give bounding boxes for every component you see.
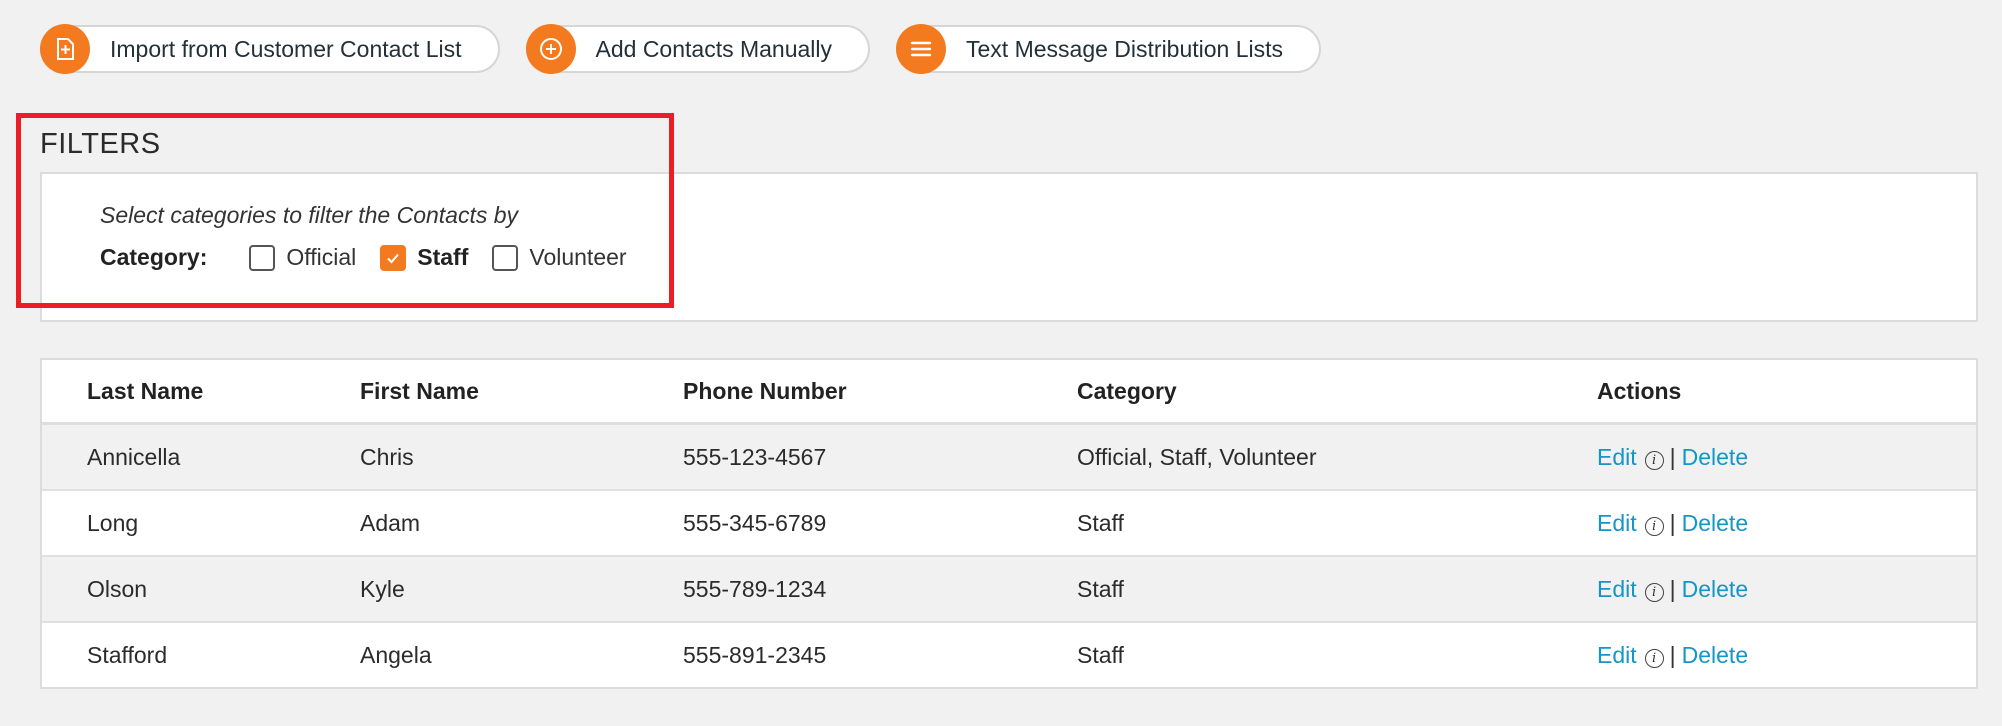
import-contacts-label: Import from Customer Contact List bbox=[110, 35, 462, 62]
cell-phone: 555-345-6789 bbox=[683, 490, 1077, 557]
cell-first-name: Kyle bbox=[360, 556, 683, 623]
plus-circle-icon bbox=[525, 24, 576, 74]
info-icon[interactable]: i bbox=[1644, 516, 1664, 536]
filters-hint: Select categories to filter the Contacts… bbox=[100, 202, 519, 228]
table-row: Annicella Chris 555-123-4567 Official, S… bbox=[42, 423, 1976, 491]
cell-actions: Edit i | Delete bbox=[1597, 622, 1976, 687]
edit-link[interactable]: Edit bbox=[1597, 444, 1637, 470]
cell-last-name: Annicella bbox=[42, 423, 360, 491]
cell-actions: Edit i | Delete bbox=[1597, 490, 1976, 557]
cell-actions: Edit i | Delete bbox=[1597, 556, 1976, 623]
volunteer-label: Volunteer bbox=[529, 244, 627, 270]
info-icon[interactable]: i bbox=[1644, 648, 1664, 668]
cell-category: Staff bbox=[1077, 641, 1124, 668]
col-actions: Actions bbox=[1597, 360, 1976, 425]
table-row: Olson Kyle 555-789-1234 Staff Edit i | Dele… bbox=[42, 556, 1976, 623]
filter-staff[interactable]: Staff bbox=[380, 244, 468, 271]
contacts-table: Last Name First Name Phone Number Catego… bbox=[40, 358, 1978, 689]
table-header-row: Last Name First Name Phone Number Catego… bbox=[42, 360, 1976, 425]
staff-checkbox[interactable] bbox=[380, 244, 407, 271]
col-last-name[interactable]: Last Name bbox=[42, 360, 360, 425]
cell-first-name: Angela bbox=[360, 641, 432, 668]
col-first-name[interactable]: First Name bbox=[360, 360, 683, 425]
info-icon[interactable]: i bbox=[1644, 582, 1664, 602]
cell-category: Staff bbox=[1077, 556, 1597, 623]
edit-link[interactable]: Edit bbox=[1597, 642, 1637, 668]
official-checkbox[interactable] bbox=[249, 244, 276, 271]
import-contacts-button[interactable]: Import from Customer Contact List bbox=[40, 24, 500, 74]
cell-category: Official, Staff, Volunteer bbox=[1077, 423, 1597, 491]
cell-phone: 555-123-4567 bbox=[683, 423, 1077, 491]
edit-link[interactable]: Edit bbox=[1597, 576, 1637, 602]
filter-official[interactable]: Official bbox=[249, 244, 356, 271]
toolbar: Import from Customer Contact List Add Co… bbox=[40, 24, 1322, 74]
delete-link[interactable]: Delete bbox=[1682, 510, 1748, 536]
staff-label: Staff bbox=[417, 244, 469, 270]
delete-link[interactable]: Delete bbox=[1682, 444, 1748, 470]
volunteer-checkbox[interactable] bbox=[492, 244, 519, 271]
cell-phone: 555-789-1234 bbox=[683, 556, 1077, 623]
filters-title: FILTERS bbox=[40, 128, 161, 160]
delete-link[interactable]: Delete bbox=[1682, 576, 1748, 602]
cell-last-name: Olson bbox=[42, 556, 360, 623]
list-icon bbox=[896, 24, 947, 74]
cell-last-name: Long bbox=[42, 490, 360, 557]
col-category[interactable]: Category bbox=[1077, 360, 1597, 425]
checkmark-icon bbox=[387, 253, 400, 263]
filter-volunteer[interactable]: Volunteer bbox=[492, 244, 627, 271]
action-separator: | bbox=[1669, 575, 1676, 602]
add-contacts-button[interactable]: Add Contacts Manually bbox=[525, 24, 871, 74]
cell-first-name: Adam bbox=[360, 490, 683, 557]
distribution-lists-label: Text Message Distribution Lists bbox=[966, 35, 1284, 62]
import-icon bbox=[40, 24, 90, 74]
cell-actions: Edit i | Delete bbox=[1597, 423, 1976, 491]
action-separator: | bbox=[1669, 509, 1676, 536]
table-row: Stafford Angela 555-891-2345 Staff Edit i… bbox=[42, 622, 1976, 687]
edit-link[interactable]: Edit bbox=[1597, 510, 1637, 536]
action-separator: | bbox=[1669, 443, 1676, 470]
distribution-lists-button[interactable]: Text Message Distribution Lists bbox=[896, 24, 1322, 74]
filters-panel: Select categories to filter the Contacts… bbox=[40, 172, 1978, 322]
cell-last-name: Stafford bbox=[87, 641, 168, 668]
info-icon[interactable]: i bbox=[1644, 450, 1664, 470]
action-separator: | bbox=[1669, 641, 1676, 668]
category-label: Category: bbox=[100, 244, 208, 270]
cell-first-name: Chris bbox=[360, 423, 683, 491]
add-contacts-label: Add Contacts Manually bbox=[595, 35, 833, 62]
category-filter-row: Category: Official Staff Volunteer bbox=[100, 244, 651, 271]
cell-category: Staff bbox=[1077, 490, 1597, 557]
table-row: Long Adam 555-345-6789 Staff Edit i | Delet… bbox=[42, 490, 1976, 557]
delete-link[interactable]: Delete bbox=[1682, 642, 1748, 668]
cell-phone: 555-891-2345 bbox=[683, 641, 827, 668]
official-label: Official bbox=[286, 244, 357, 270]
col-phone-number[interactable]: Phone Number bbox=[683, 360, 1077, 425]
